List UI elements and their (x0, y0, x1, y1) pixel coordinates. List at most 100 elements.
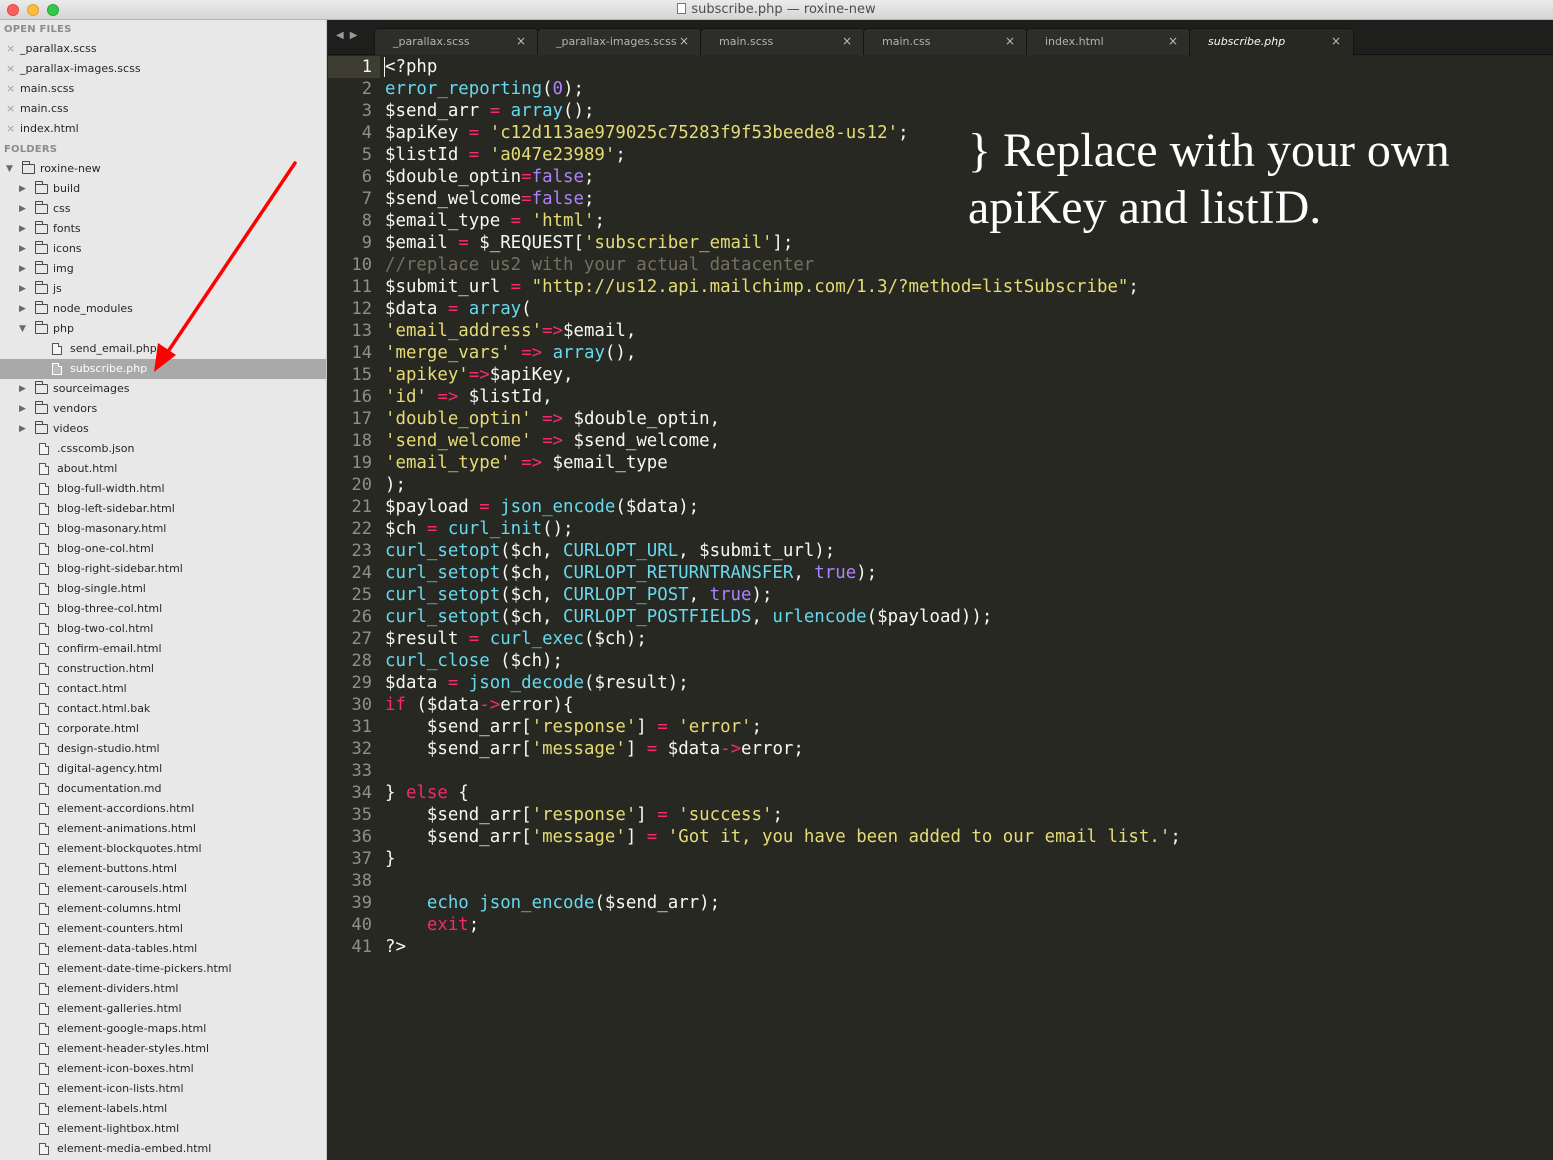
disclosure-closed-icon[interactable]: ▶ (19, 179, 26, 199)
code-line[interactable]: 'id' => $listId, (385, 386, 553, 408)
tab-main-css[interactable]: main.css × (863, 28, 1028, 55)
disclosure-closed-icon[interactable]: ▶ (19, 279, 26, 299)
file-item[interactable]: element-date-time-pickers.html (0, 959, 326, 979)
code-line[interactable]: $listId = 'a047e23989'; (385, 144, 626, 166)
code-line[interactable]: 'merge_vars' => array(), (385, 342, 636, 364)
tab-index-html[interactable]: index.html × (1026, 28, 1191, 55)
code-line[interactable]: $ch = curl_init(); (385, 518, 574, 540)
folder-item[interactable]: ▼ roxine-new (0, 159, 326, 179)
code-line[interactable]: curl_setopt($ch, CURLOPT_URL, $submit_ur… (385, 540, 835, 562)
open-file-item[interactable]: × index.html (0, 119, 326, 139)
code-line[interactable]: $send_welcome=false; (385, 188, 594, 210)
file-item[interactable]: blog-left-sidebar.html (0, 499, 326, 519)
file-item[interactable]: blog-masonary.html (0, 519, 326, 539)
folder-item[interactable]: ▶ fonts (0, 219, 326, 239)
code-line[interactable]: $double_optin=false; (385, 166, 594, 188)
code-line[interactable]: 'email_type' => $email_type (385, 452, 668, 474)
code-line[interactable]: if ($data->error){ (385, 694, 574, 716)
file-item[interactable]: element-blockquotes.html (0, 839, 326, 859)
file-item[interactable]: contact.html.bak (0, 699, 326, 719)
file-item[interactable]: documentation.md (0, 779, 326, 799)
folder-item[interactable]: ▼ php (0, 319, 326, 339)
code-line[interactable]: $send_arr = array(); (385, 100, 594, 122)
file-item[interactable]: corporate.html (0, 719, 326, 739)
code-line[interactable]: 'apikey'=>$apiKey, (385, 364, 573, 386)
close-file-icon[interactable]: × (6, 59, 15, 79)
file-item[interactable]: blog-three-col.html (0, 599, 326, 619)
file-item[interactable]: element-accordions.html (0, 799, 326, 819)
code-line[interactable]: } (385, 848, 395, 870)
disclosure-closed-icon[interactable]: ▶ (19, 379, 26, 399)
file-item[interactable]: element-buttons.html (0, 859, 326, 879)
folder-item[interactable]: ▶ js (0, 279, 326, 299)
open-file-item[interactable]: × main.scss (0, 79, 326, 99)
nav-forward-icon[interactable]: ▶ (350, 30, 364, 41)
file-item[interactable]: about.html (0, 459, 326, 479)
code-line[interactable]: error_reporting(0); (385, 78, 584, 100)
file-item[interactable]: construction.html (0, 659, 326, 679)
open-file-item[interactable]: × _parallax.scss (0, 39, 326, 59)
folder-item[interactable]: ▶ css (0, 199, 326, 219)
file-item[interactable]: element-columns.html (0, 899, 326, 919)
close-file-icon[interactable]: × (6, 79, 15, 99)
code-line[interactable]: $payload = json_encode($data); (385, 496, 699, 518)
file-item[interactable]: element-dividers.html (0, 979, 326, 999)
folder-item[interactable]: ▶ sourceimages (0, 379, 326, 399)
file-item[interactable]: element-counters.html (0, 919, 326, 939)
disclosure-open-icon[interactable]: ▼ (6, 159, 13, 179)
file-item[interactable]: element-carousels.html (0, 879, 326, 899)
code-line[interactable]: curl_setopt($ch, CURLOPT_RETURNTRANSFER,… (385, 562, 877, 584)
code-line[interactable]: 'send_welcome' => $send_welcome, (385, 430, 720, 452)
close-file-icon[interactable]: × (6, 39, 15, 59)
folder-item[interactable]: ▶ vendors (0, 399, 326, 419)
file-item[interactable]: contact.html (0, 679, 326, 699)
file-item[interactable]: .csscomb.json (0, 439, 326, 459)
disclosure-closed-icon[interactable]: ▶ (19, 419, 26, 439)
code-line[interactable]: 'email_address'=>$email, (385, 320, 636, 342)
file-item[interactable]: blog-single.html (0, 579, 326, 599)
tab--parallax-images-scss[interactable]: _parallax-images.scss × (537, 28, 702, 55)
code-line[interactable]: $data = array( (385, 298, 532, 320)
file-item[interactable]: element-icon-lists.html (0, 1079, 326, 1099)
disclosure-closed-icon[interactable]: ▶ (19, 299, 26, 319)
code-line[interactable]: exit; (385, 914, 479, 936)
code-line[interactable]: ); (385, 474, 406, 496)
code-line[interactable]: //replace us2 with your actual datacente… (385, 254, 814, 276)
file-item[interactable]: element-icon-boxes.html (0, 1059, 326, 1079)
code-line[interactable]: $send_arr['response'] = 'success'; (385, 804, 783, 826)
code-line[interactable]: curl_setopt($ch, CURLOPT_POSTFIELDS, url… (385, 606, 992, 628)
nav-back-icon[interactable]: ◀ (336, 30, 350, 41)
file-item[interactable]: digital-agency.html (0, 759, 326, 779)
file-item[interactable]: element-data-tables.html (0, 939, 326, 959)
file-item[interactable]: element-galleries.html (0, 999, 326, 1019)
disclosure-closed-icon[interactable]: ▶ (19, 239, 26, 259)
file-item[interactable]: send_email.php (0, 339, 326, 359)
file-item[interactable]: design-studio.html (0, 739, 326, 759)
code-line[interactable]: $send_arr['response'] = 'error'; (385, 716, 762, 738)
code-line[interactable]: curl_close ($ch); (385, 650, 563, 672)
file-item[interactable]: element-media-embed.html (0, 1139, 326, 1159)
tab-close-icon[interactable]: × (1331, 34, 1341, 48)
code-line[interactable]: $apiKey = 'c12d113ae979025c75283f9f53bee… (385, 122, 909, 144)
file-item[interactable]: blog-one-col.html (0, 539, 326, 559)
code-line[interactable]: $submit_url = "http://us12.api.mailchimp… (385, 276, 1139, 298)
code-line[interactable]: ?> (385, 936, 406, 958)
code-line[interactable]: curl_setopt($ch, CURLOPT_POST, true); (385, 584, 772, 606)
disclosure-closed-icon[interactable]: ▶ (19, 259, 26, 279)
code-line[interactable]: $email = $_REQUEST['subscriber_email']; (385, 232, 793, 254)
open-file-item[interactable]: × main.css (0, 99, 326, 119)
code-line[interactable]: echo json_encode($send_arr); (385, 892, 720, 914)
code-line[interactable]: $send_arr['message'] = 'Got it, you have… (385, 826, 1181, 848)
file-item[interactable]: element-animations.html (0, 819, 326, 839)
folder-item[interactable]: ▶ build (0, 179, 326, 199)
code-line[interactable]: $data = json_decode($result); (385, 672, 689, 694)
tab-subscribe-php[interactable]: subscribe.php × (1189, 28, 1354, 56)
disclosure-open-icon[interactable]: ▼ (19, 319, 26, 339)
close-file-icon[interactable]: × (6, 99, 15, 119)
close-file-icon[interactable]: × (6, 119, 15, 139)
file-item[interactable]: element-google-maps.html (0, 1019, 326, 1039)
open-file-item[interactable]: × _parallax-images.scss (0, 59, 326, 79)
file-item[interactable]: element-labels.html (0, 1099, 326, 1119)
file-item[interactable]: blog-full-width.html (0, 479, 326, 499)
code-line[interactable]: $send_arr['message'] = $data->error; (385, 738, 804, 760)
